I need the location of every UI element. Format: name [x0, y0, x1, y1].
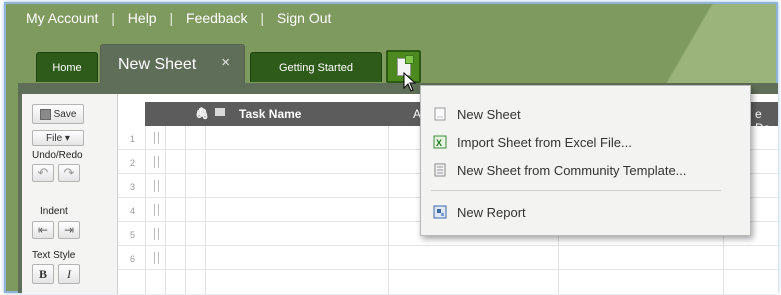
row-number: 4 — [130, 206, 136, 216]
template-icon — [433, 163, 447, 177]
feedback-link[interactable]: Feedback — [186, 10, 247, 26]
row-drag-handle[interactable] — [154, 252, 159, 264]
undo-redo-label: Undo/Redo — [32, 150, 83, 161]
row-drag-handle[interactable] — [154, 180, 159, 192]
menu-item-label: New Sheet — [457, 106, 521, 122]
account-links: My Account | Help | Feedback | Sign Out — [26, 10, 331, 26]
comment-icon — [215, 108, 225, 116]
disk-icon — [39, 108, 51, 120]
row-drag-handle[interactable] — [154, 228, 159, 240]
tab-new-sheet-label: New Sheet — [118, 55, 197, 73]
link-separator: | — [260, 10, 265, 26]
menu-divider — [431, 190, 721, 191]
sign-out-link[interactable]: Sign Out — [277, 10, 331, 26]
row-drag-handle[interactable] — [154, 132, 159, 144]
menu-item-community-template[interactable]: New Sheet from Community Template... — [433, 160, 743, 180]
tab-home[interactable]: Home — [36, 52, 98, 82]
row-number: 5 — [130, 230, 136, 240]
tab-getting-started[interactable]: Getting Started — [250, 52, 382, 82]
row-number: 1 — [130, 134, 136, 144]
column-header-task-name[interactable]: Task Name — [239, 107, 301, 121]
attachment-icon: 🖇 — [195, 108, 209, 120]
tab-new-sheet[interactable]: New Sheet × — [100, 44, 245, 84]
row-number: 2 — [130, 158, 136, 168]
undo-icon[interactable]: ↶ — [32, 164, 54, 182]
svg-text:X: X — [436, 138, 442, 148]
menu-item-label: Import Sheet from Excel File... — [457, 134, 632, 150]
table-row[interactable]: 6 — [118, 246, 778, 270]
new-menu-dropdown: New Sheet X Import Sheet from Excel File… — [420, 85, 751, 236]
menu-item-label: New Report — [457, 204, 526, 220]
menu-item-label: New Sheet from Community Template... — [457, 162, 687, 178]
row-drag-handle[interactable] — [154, 156, 159, 168]
left-toolbar: Save File ▾ Undo/Redo ↶ ↷ Indent ⇤ ⇥ Tex… — [22, 94, 118, 294]
row-number: 3 — [130, 182, 136, 192]
bold-button[interactable]: B — [32, 264, 54, 284]
menu-item-new-sheet[interactable]: New Sheet — [433, 104, 743, 124]
save-label: Save — [53, 108, 77, 120]
link-separator: | — [111, 10, 115, 26]
save-button[interactable]: Save — [32, 104, 84, 124]
italic-button[interactable]: I — [58, 264, 80, 284]
file-menu-button[interactable]: File ▾ — [32, 130, 84, 146]
report-icon — [433, 205, 447, 219]
outdent-icon[interactable]: ⇤ — [32, 221, 54, 239]
link-separator: | — [169, 10, 174, 26]
menu-item-import-excel[interactable]: X Import Sheet from Excel File... — [433, 132, 743, 152]
row-drag-handle[interactable] — [154, 204, 159, 216]
my-account-link[interactable]: My Account — [26, 10, 98, 26]
help-link[interactable]: Help — [128, 10, 157, 26]
mouse-cursor-icon — [403, 72, 417, 92]
text-style-label: Text Style — [32, 250, 76, 261]
redo-icon[interactable]: ↷ — [58, 164, 80, 182]
menu-item-new-report[interactable]: New Report — [433, 202, 743, 222]
excel-import-icon: X — [433, 135, 447, 149]
indent-icon[interactable]: ⇥ — [58, 221, 80, 239]
new-sheet-icon — [433, 107, 447, 121]
row-number: 6 — [130, 254, 136, 264]
close-tab-icon[interactable]: × — [221, 54, 230, 71]
indent-label: Indent — [40, 206, 68, 217]
